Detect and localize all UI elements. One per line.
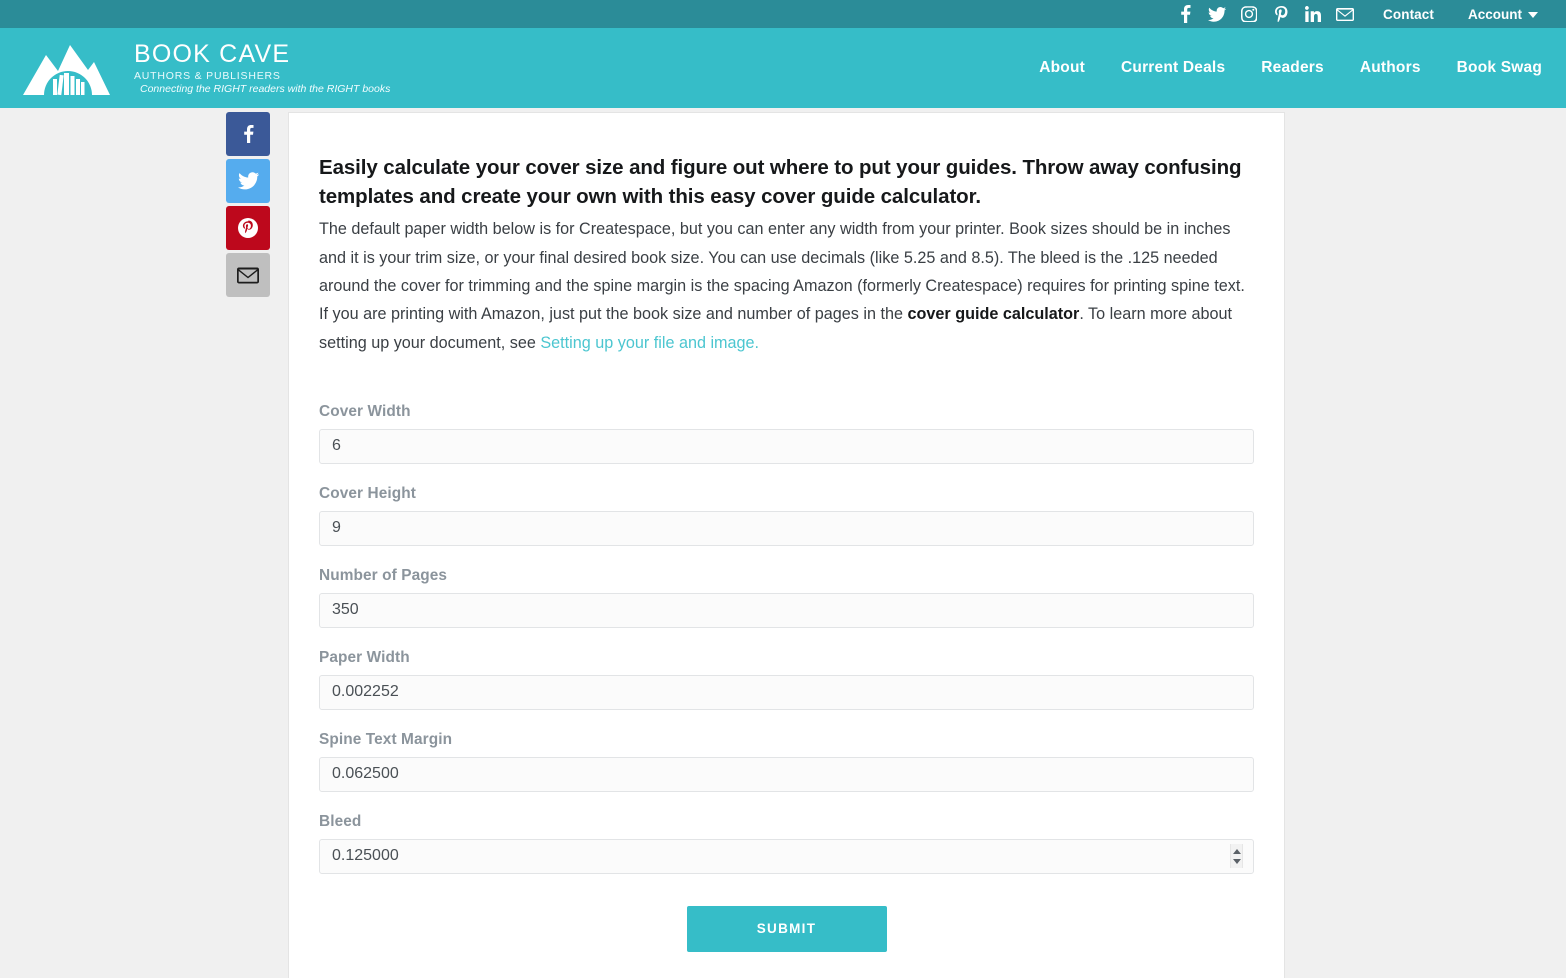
setup-file-image-link[interactable]: Setting up your file and image. [540, 334, 759, 352]
field-paper-width: Paper Width [319, 649, 1254, 710]
bleed-input[interactable] [319, 838, 1254, 874]
email-icon[interactable] [1329, 0, 1361, 28]
cover-height-label: Cover Height [319, 484, 416, 502]
field-spine-text-margin: Spine Text Margin [319, 731, 1254, 792]
social-links [1169, 0, 1361, 28]
nav-item-book-swag[interactable]: Book Swag [1457, 59, 1542, 77]
submit-row: SUBMIT [319, 905, 1254, 952]
instagram-icon[interactable] [1233, 0, 1265, 28]
linkedin-icon[interactable] [1297, 0, 1329, 28]
field-bleed: Bleed [319, 813, 1254, 874]
cover-guide-calculator-form: Cover Width Cover Height Number of Pages… [319, 403, 1254, 978]
number-of-pages-label: Number of Pages [319, 566, 448, 584]
logo-title: BOOK CAVE [134, 40, 291, 69]
page-title: Easily calculate your cover size and fig… [319, 156, 1242, 209]
facebook-icon [243, 125, 253, 143]
spine-text-margin-input[interactable] [319, 756, 1254, 792]
email-icon [237, 267, 259, 283]
contact-link[interactable]: Contact [1383, 7, 1434, 22]
top-utility-bar: Contact Account [0, 0, 1566, 28]
account-menu-label: Account [1468, 6, 1522, 22]
nav-item-readers[interactable]: Readers [1261, 59, 1324, 77]
book-cave-logo-icon [23, 45, 110, 96]
bleed-number-stepper[interactable] [1230, 844, 1243, 869]
calculator-card: Easily calculate your cover size and fig… [288, 112, 1285, 978]
share-facebook-button[interactable] [226, 112, 270, 156]
cover-width-label: Cover Width [319, 402, 411, 420]
nav-item-about[interactable]: About [1039, 59, 1085, 77]
field-number-of-pages: Number of Pages [319, 567, 1254, 628]
logo-tagline: Connecting the RIGHT readers with the RI… [140, 82, 391, 95]
nav-item-current-deals[interactable]: Current Deals [1121, 59, 1225, 77]
stepper-down-icon[interactable] [1232, 858, 1241, 864]
number-of-pages-input[interactable] [319, 592, 1254, 628]
pinterest-icon[interactable] [1265, 0, 1297, 28]
paper-width-input[interactable] [319, 674, 1254, 710]
intro-paragraph: The default paper width below is for Cre… [319, 215, 1254, 357]
share-email-button[interactable] [226, 253, 270, 297]
stepper-up-icon[interactable] [1232, 848, 1241, 854]
site-logo[interactable]: BOOK CAVE AUTHORS & PUBLISHERS Connectin… [18, 37, 390, 99]
bleed-label: Bleed [319, 812, 362, 830]
page-body: Easily calculate your cover size and fig… [0, 108, 1566, 978]
paper-width-label: Paper Width [319, 648, 410, 666]
account-menu[interactable]: Account [1468, 7, 1538, 22]
twitter-icon[interactable] [1201, 0, 1233, 28]
intro-text-bold: cover guide calculator [907, 305, 1080, 324]
submit-button[interactable]: SUBMIT [686, 905, 887, 952]
bleed-input-wrapper [319, 838, 1254, 874]
facebook-icon[interactable] [1169, 0, 1201, 28]
share-pinterest-button[interactable] [226, 206, 270, 250]
social-share-rail [226, 112, 270, 297]
cover-width-input[interactable] [319, 428, 1254, 464]
field-cover-height: Cover Height [319, 485, 1254, 546]
main-navigation: About Current Deals Readers Authors Book… [1039, 59, 1542, 77]
twitter-icon [237, 172, 259, 190]
pinterest-icon [238, 218, 258, 238]
spine-text-margin-label: Spine Text Margin [319, 730, 453, 748]
field-cover-width: Cover Width [319, 403, 1254, 464]
nav-item-authors[interactable]: Authors [1360, 59, 1421, 77]
logo-subtitle: AUTHORS & PUBLISHERS [134, 69, 281, 82]
cover-height-input[interactable] [319, 510, 1254, 546]
chevron-down-icon [1528, 12, 1538, 18]
share-twitter-button[interactable] [226, 159, 270, 203]
site-header: BOOK CAVE AUTHORS & PUBLISHERS Connectin… [0, 28, 1566, 108]
